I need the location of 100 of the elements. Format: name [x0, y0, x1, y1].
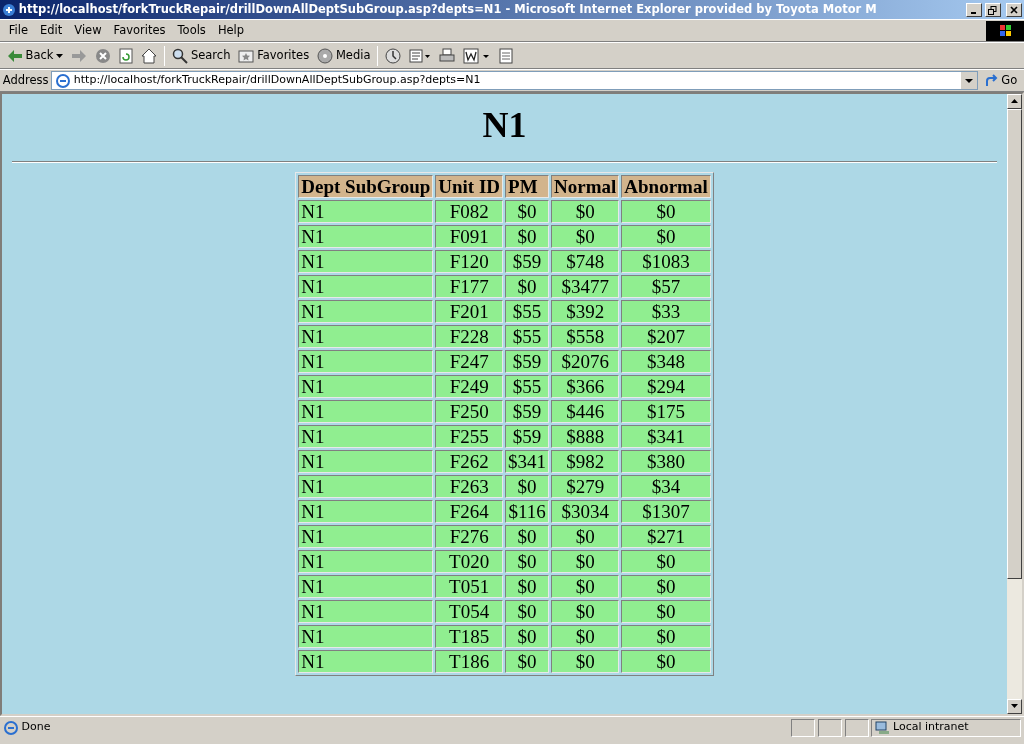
menu-item[interactable]: Help — [211, 19, 251, 42]
menu-item[interactable]: File — [2, 19, 34, 42]
table-cell: F082 — [435, 200, 504, 224]
media-button[interactable]: Media — [313, 44, 375, 67]
table-cell: $0 — [505, 275, 550, 299]
scroll-thumb[interactable] — [1007, 109, 1022, 579]
table-cell: F276 — [435, 525, 504, 549]
table-cell: $0 — [621, 200, 711, 224]
address-label: Address — [2, 71, 49, 89]
table-cell: $3034 — [551, 500, 620, 524]
status-pane — [844, 718, 869, 737]
zone-label: Local intranet — [893, 719, 969, 736]
table-cell: $0 — [551, 550, 620, 574]
table-cell: $341 — [621, 425, 711, 449]
menu-item[interactable]: Tools — [171, 19, 212, 42]
table-cell: N1 — [298, 400, 434, 424]
table-cell: F091 — [435, 225, 504, 249]
table-cell: N1 — [298, 550, 434, 574]
table-cell: $59 — [505, 400, 550, 424]
up-arrow-icon — [1011, 99, 1018, 103]
table-cell: N1 — [298, 225, 434, 249]
status-pane — [817, 718, 842, 737]
search-button[interactable]: Search — [168, 44, 235, 67]
table-cell: $0 — [621, 575, 711, 599]
table-cell: $271 — [621, 525, 711, 549]
table-cell: $0 — [505, 650, 550, 674]
table-cell: $55 — [505, 375, 550, 399]
table-cell: F201 — [435, 300, 504, 324]
page-heading: N1 — [481, 104, 528, 147]
table-cell: N1 — [298, 500, 434, 524]
table-cell: $392 — [551, 300, 620, 324]
table-cell: T054 — [435, 600, 504, 624]
table-cell: N1 — [298, 325, 434, 349]
restore-button[interactable] — [984, 2, 1001, 17]
table-cell: $0 — [505, 625, 550, 649]
page-icon — [55, 73, 72, 88]
table-cell: N1 — [298, 375, 434, 399]
table-cell: T185 — [435, 625, 504, 649]
page-icon — [2, 720, 19, 735]
column-header: PM — [505, 175, 550, 199]
table-cell: $59 — [505, 425, 550, 449]
table-cell: $55 — [505, 325, 550, 349]
computer-icon — [875, 720, 891, 735]
table-cell: $0 — [621, 550, 711, 574]
windows-logo-icon — [986, 20, 1024, 41]
column-header: Dept SubGroup — [298, 175, 434, 199]
table-cell: $0 — [505, 600, 550, 624]
table-cell: $0 — [621, 225, 711, 249]
close-button[interactable] — [1006, 2, 1022, 17]
column-header: Normal — [551, 175, 620, 199]
table-cell: $982 — [551, 450, 620, 474]
minimize-button[interactable] — [965, 2, 982, 17]
table-cell: N1 — [298, 525, 434, 549]
favorites-button[interactable]: Favorites — [234, 44, 314, 67]
table-cell: $0 — [551, 575, 620, 599]
table-cell: F250 — [435, 400, 504, 424]
table-cell: $57 — [621, 275, 711, 299]
menu-item[interactable]: View — [68, 19, 108, 42]
table-cell: F262 — [435, 450, 504, 474]
table-cell: $3477 — [551, 275, 620, 299]
table-cell: $279 — [551, 475, 620, 499]
table-cell: $0 — [551, 200, 620, 224]
table-cell: N1 — [298, 650, 434, 674]
close-icon — [1010, 6, 1018, 14]
table-cell: $59 — [505, 350, 550, 374]
table-cell: $748 — [551, 250, 620, 274]
table-cell: $0 — [551, 625, 620, 649]
table-cell: $0 — [505, 225, 550, 249]
table-cell: $1307 — [621, 500, 711, 524]
table-cell: $0 — [551, 650, 620, 674]
table-cell: $0 — [505, 550, 550, 574]
table-cell: $207 — [621, 325, 711, 349]
table-cell: $0 — [621, 600, 711, 624]
star-folder-icon — [238, 47, 255, 64]
table-cell: N1 — [298, 300, 434, 324]
table-cell: $34 — [621, 475, 711, 499]
back-button[interactable]: Back — [2, 44, 68, 67]
table-cell: N1 — [298, 275, 434, 299]
table-cell: $0 — [505, 525, 550, 549]
browser-icon — [2, 2, 16, 17]
table-cell: $0 — [621, 650, 711, 674]
table-cell: $33 — [621, 300, 711, 324]
address-field[interactable]: http://localhost/forkTruckRepair/drillDownAllDeptSubGroup.asp?depts=N1 — [51, 71, 978, 90]
table-cell: $1083 — [621, 250, 711, 274]
table-cell: F247 — [435, 350, 504, 374]
table-cell: $2076 — [551, 350, 620, 374]
menu-item[interactable]: Edit — [34, 19, 69, 42]
table-cell: N1 — [298, 475, 434, 499]
column-header: Unit ID — [435, 175, 504, 199]
table-cell: $380 — [621, 450, 711, 474]
search-icon — [172, 47, 189, 64]
table-cell: N1 — [298, 450, 434, 474]
table-cell: F264 — [435, 500, 504, 524]
window-title: http://localhost/forkTruckRepair/drillDownAllDeptSubGroup.asp?depts=N1 - Microsoft Internet Explorer provided by Toyota Motor M — [18, 0, 878, 18]
menu-item[interactable]: Favorites — [107, 19, 172, 42]
table-cell: $0 — [505, 200, 550, 224]
table-cell: F249 — [435, 375, 504, 399]
go-button[interactable]: Go — [980, 69, 1022, 92]
table-cell: $294 — [621, 375, 711, 399]
table-cell: F120 — [435, 250, 504, 274]
